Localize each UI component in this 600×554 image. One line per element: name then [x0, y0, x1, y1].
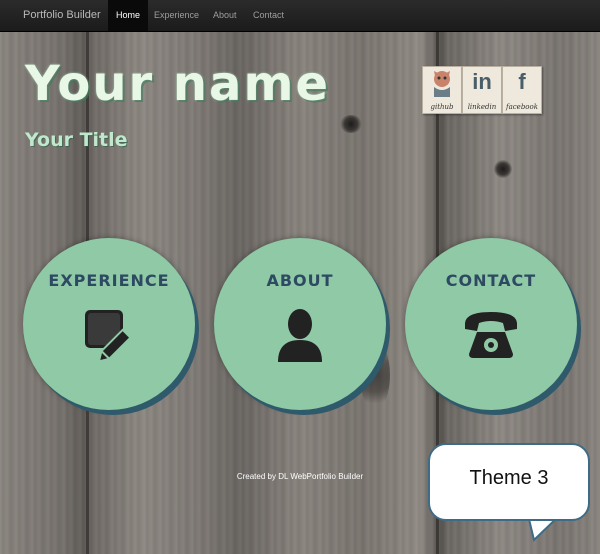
experience-label: EXPERIENCE	[48, 271, 170, 290]
nav-home[interactable]: Home	[108, 0, 149, 31]
facebook-button[interactable]: f facebook	[502, 66, 542, 114]
wood-knot	[494, 160, 512, 178]
github-button[interactable]: github	[422, 66, 462, 114]
linkedin-button[interactable]: in linkedin	[462, 66, 502, 114]
navbar: Portfolio Builder Home Experience About …	[0, 0, 600, 32]
contact-label: CONTACT	[445, 271, 537, 290]
hero-title: Your Title	[25, 129, 128, 151]
about-label: ABOUT	[266, 271, 334, 290]
brand-link[interactable]: Portfolio Builder	[23, 0, 101, 31]
github-caption: github	[430, 103, 454, 111]
person-icon	[278, 309, 322, 362]
experience-circle[interactable]: EXPERIENCE	[23, 238, 195, 410]
github-icon	[434, 71, 450, 97]
nav-about[interactable]: About	[205, 0, 245, 31]
wood-knot	[340, 115, 362, 133]
linkedin-caption: linkedin	[467, 103, 497, 111]
nav-experience[interactable]: Experience	[146, 0, 207, 31]
nav-contact[interactable]: Contact	[245, 0, 292, 31]
theme-callout: Theme 3	[428, 443, 590, 521]
hero-name: Your name	[25, 56, 331, 112]
facebook-icon: f	[518, 69, 526, 94]
facebook-caption: facebook	[506, 103, 538, 111]
linkedin-icon: in	[472, 69, 492, 94]
theme-callout-text: Theme 3	[469, 467, 549, 489]
contact-circle[interactable]: CONTACT	[405, 238, 577, 410]
edit-pencil-icon	[85, 310, 132, 363]
about-circle[interactable]: ABOUT	[214, 238, 386, 410]
telephone-icon	[465, 312, 517, 358]
